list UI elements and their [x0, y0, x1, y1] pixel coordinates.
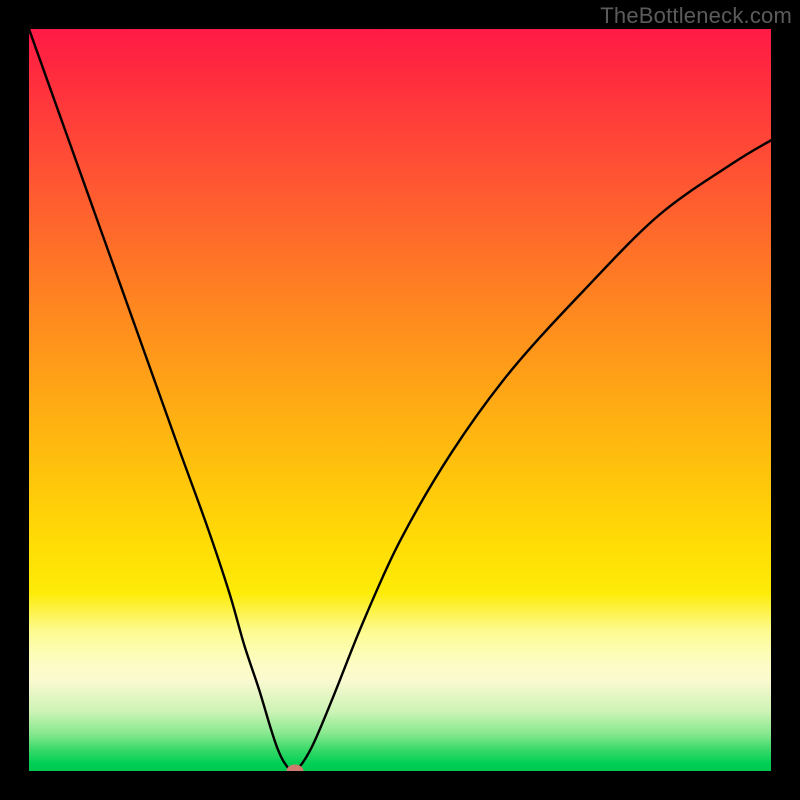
bottleneck-curve — [29, 29, 771, 771]
optimal-point-marker — [286, 765, 303, 772]
watermark-text: TheBottleneck.com — [600, 3, 792, 29]
chart-frame: TheBottleneck.com — [0, 0, 800, 800]
plot-area — [29, 29, 771, 771]
